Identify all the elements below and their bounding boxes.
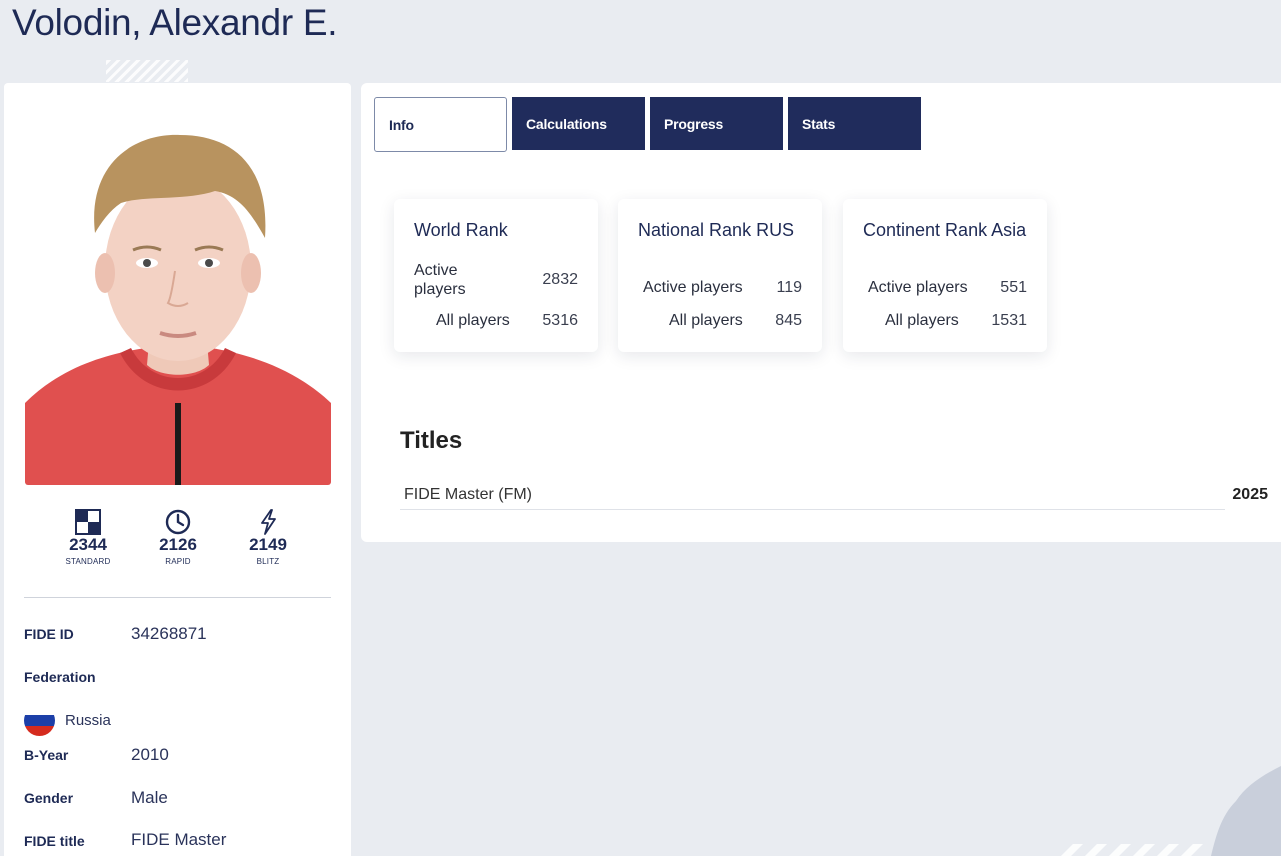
federation-value: Russia xyxy=(24,705,111,736)
gender-label: Gender xyxy=(24,790,74,806)
world-rank-card: World Rank Active players 2832 All playe… xyxy=(394,199,598,352)
rating-value: 2344 xyxy=(69,535,107,554)
rating-label: BLITZ xyxy=(256,557,280,566)
active-players-label: Active players xyxy=(868,279,968,296)
active-players-value: 119 xyxy=(776,279,802,296)
ratings-row: 2344 STANDARD 2126 RAPID 2149 BLITZ xyxy=(46,509,310,573)
all-players-value: 845 xyxy=(775,312,802,329)
player-photo xyxy=(25,103,331,485)
all-players-value: 1531 xyxy=(991,312,1027,329)
rating-standard: 2344 STANDARD xyxy=(46,509,130,573)
fide-title-value: FIDE Master xyxy=(131,830,227,849)
chessboard-icon xyxy=(75,509,101,535)
rank-title: World Rank xyxy=(414,220,508,240)
tab-stats[interactable]: Stats xyxy=(788,97,921,150)
rating-rapid: 2126 RAPID xyxy=(136,509,220,573)
tab-calculations[interactable]: Calculations xyxy=(512,97,645,150)
all-players-label: All players xyxy=(885,312,959,329)
all-players-label: All players xyxy=(669,312,743,329)
rating-label: STANDARD xyxy=(65,557,111,566)
rating-value: 2126 xyxy=(159,535,197,554)
continent-rank-card: Continent Rank Asia Active players 551 A… xyxy=(843,199,1047,352)
rating-blitz: 2149 BLITZ xyxy=(226,509,310,573)
title-name: FIDE Master (FM) xyxy=(404,486,532,503)
decorative-stripes xyxy=(106,60,188,82)
russia-flag-icon xyxy=(24,705,55,736)
title-year: 2025 xyxy=(1232,486,1268,503)
divider xyxy=(24,597,331,598)
main-panel: Info Calculations Progress Stats World R… xyxy=(361,83,1281,542)
all-players-value: 5316 xyxy=(542,312,578,329)
fide-title-row: FIDE title xyxy=(24,833,85,851)
fide-id-row: FIDE ID xyxy=(24,626,74,644)
rank-title: National Rank RUS xyxy=(638,220,795,240)
clock-icon xyxy=(165,509,191,535)
rank-title: Continent Rank Asia xyxy=(863,220,1027,240)
tab-bar: Info Calculations Progress Stats xyxy=(374,97,926,152)
active-players-value: 2832 xyxy=(542,271,578,288)
gender-value: Male xyxy=(131,788,168,807)
active-players-label: Active players xyxy=(414,262,466,298)
title-row: FIDE Master (FM) 2025 xyxy=(400,483,1268,510)
page-title: Volodin, Alexandr E. xyxy=(12,2,338,43)
tab-info[interactable]: Info xyxy=(374,97,507,152)
gender-row: Gender xyxy=(24,790,73,808)
titles-heading: Titles xyxy=(400,427,463,454)
active-players-label: Active players xyxy=(643,279,743,296)
fide-id-value: 34268871 xyxy=(131,624,207,643)
byear-value: 2010 xyxy=(131,745,169,764)
byear-label: B-Year xyxy=(24,747,69,763)
active-players-value: 551 xyxy=(1000,279,1027,296)
rating-value: 2149 xyxy=(249,535,287,554)
federation-row: Federation xyxy=(24,669,96,687)
decorative-chess-piece xyxy=(1061,766,1281,856)
rating-label: RAPID xyxy=(165,557,191,566)
federation-label: Federation xyxy=(24,669,96,685)
federation-name: Russia xyxy=(65,712,111,729)
all-players-label: All players xyxy=(436,312,510,329)
fide-title-label: FIDE title xyxy=(24,833,85,849)
byear-row: B-Year xyxy=(24,747,68,765)
national-rank-card: National Rank RUS Active players 119 All… xyxy=(618,199,822,352)
profile-card: 2344 STANDARD 2126 RAPID 2149 BLITZ FIDE… xyxy=(4,83,351,856)
lightning-icon xyxy=(261,509,276,535)
fide-id-label: FIDE ID xyxy=(24,626,74,642)
tab-progress[interactable]: Progress xyxy=(650,97,783,150)
